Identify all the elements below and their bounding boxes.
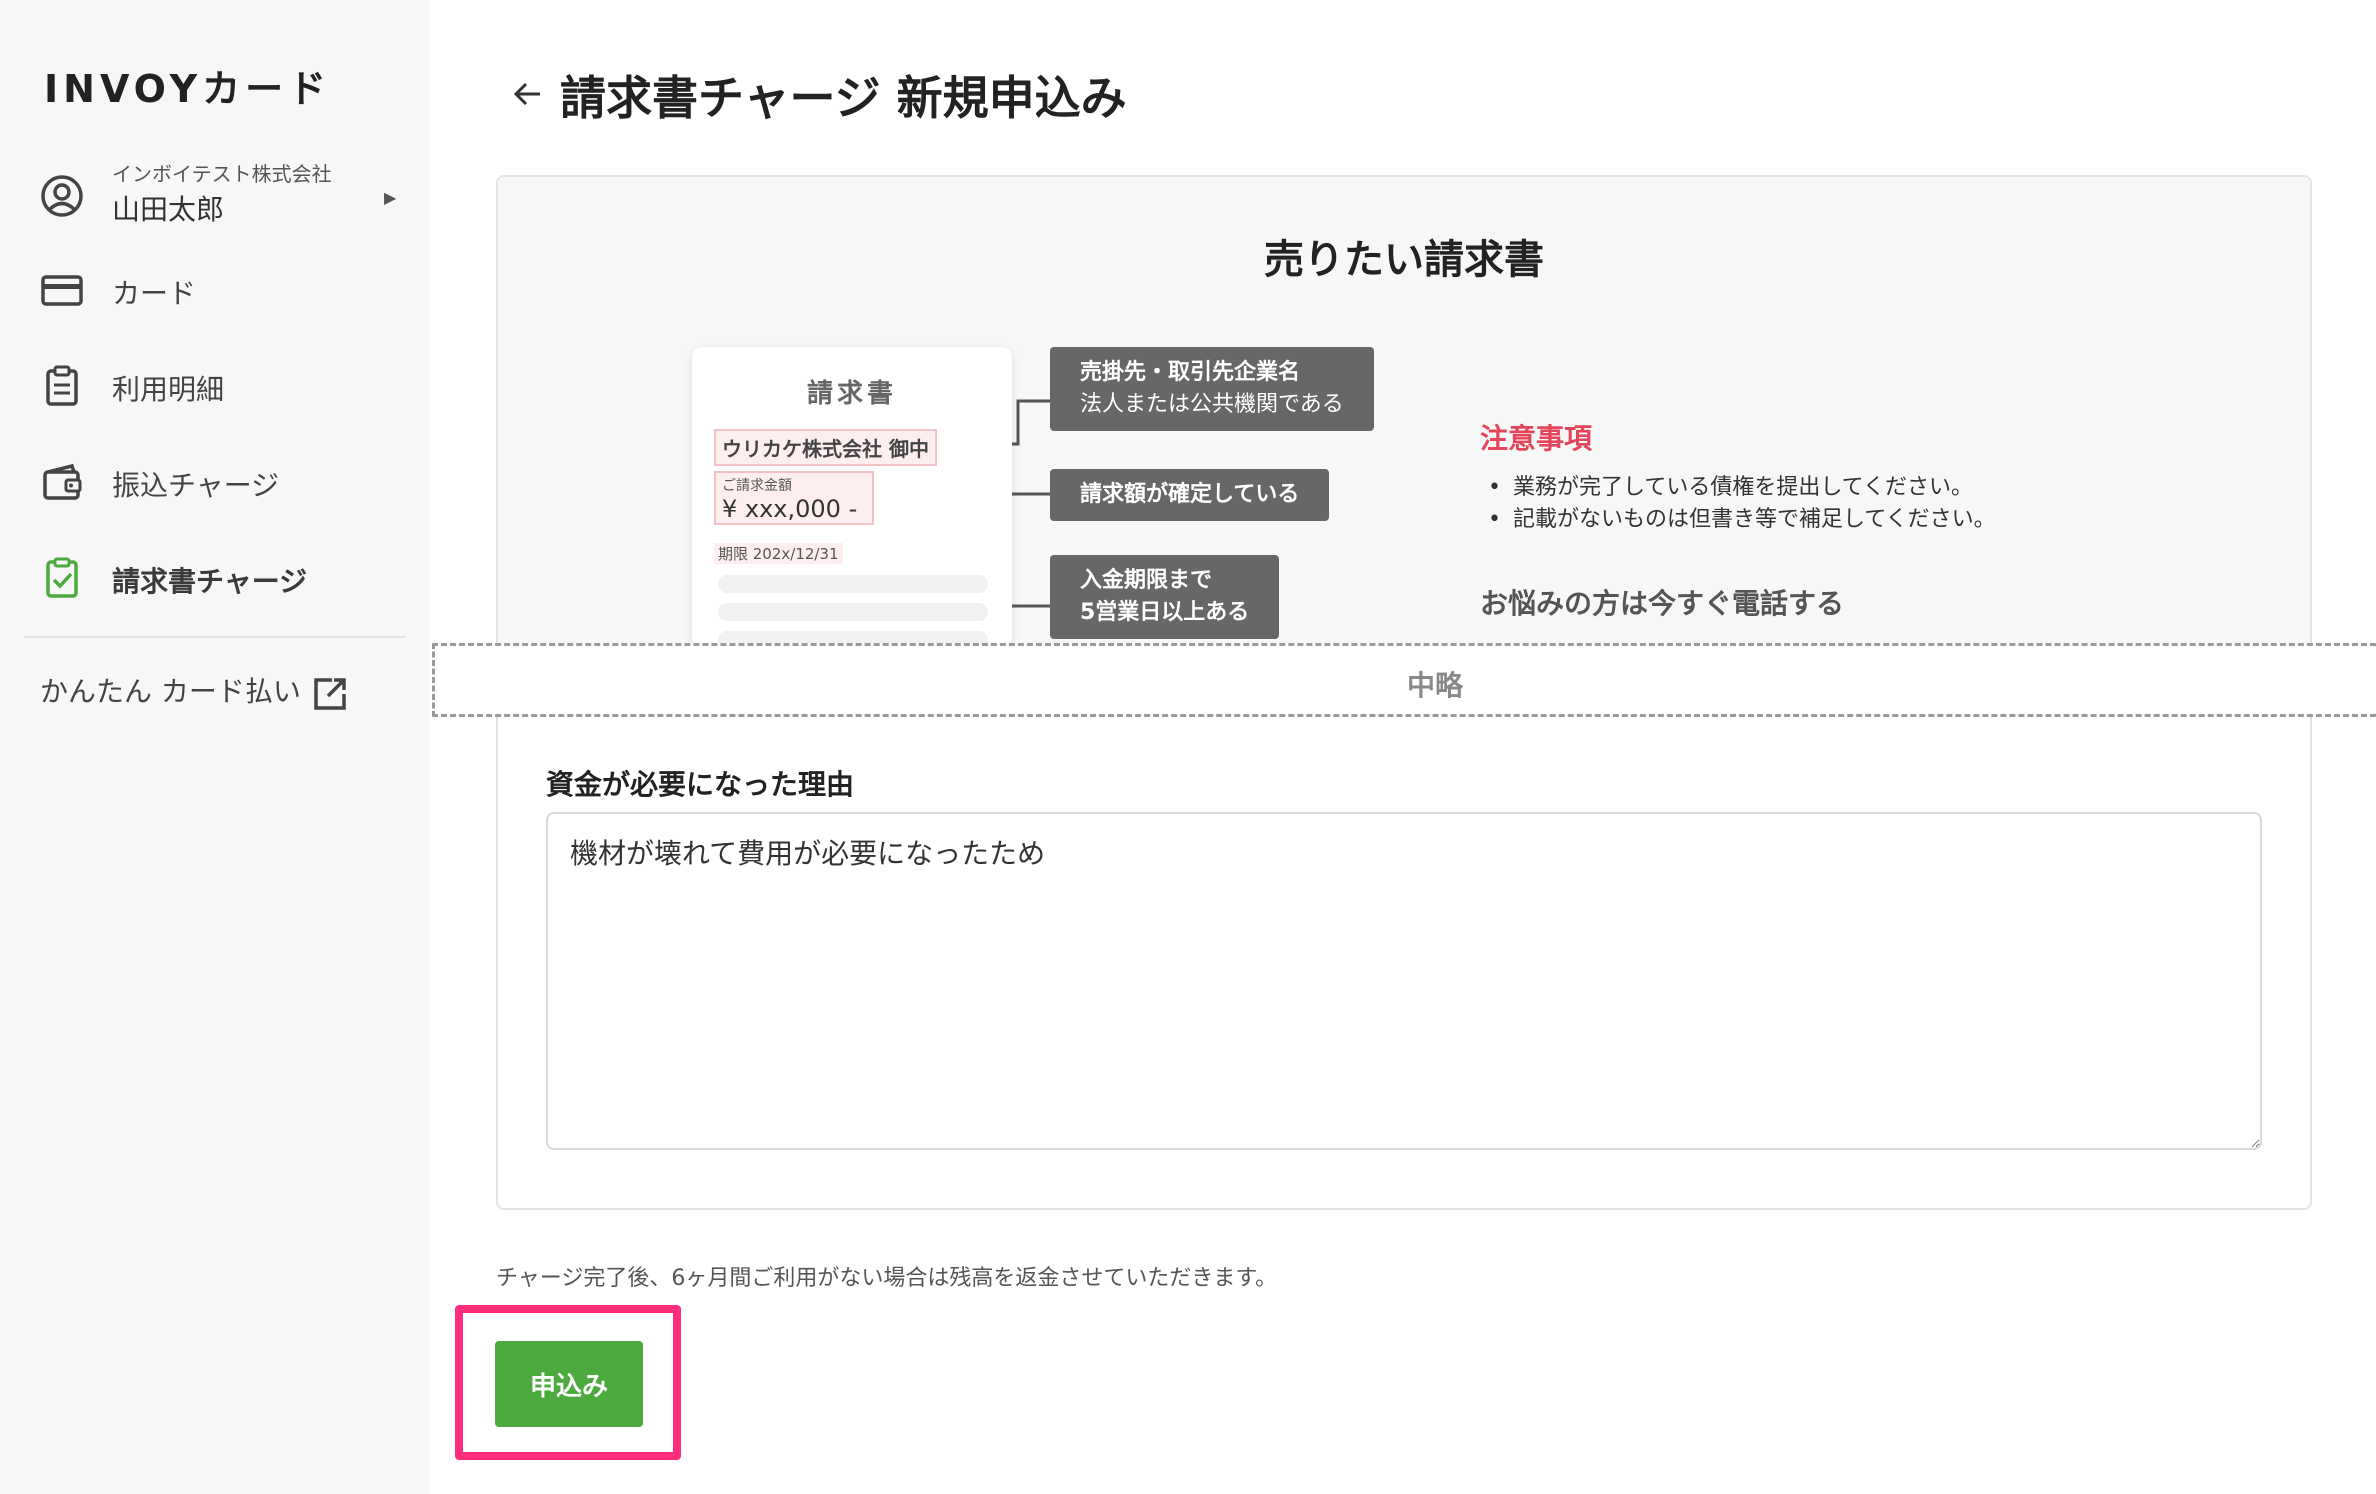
invoice-amount-value: ¥ xxx,000 -	[722, 495, 858, 523]
reason-textarea[interactable]: 機材が壊れて費用が必要になったため	[546, 812, 2262, 1150]
card-payment-link[interactable]: かんたん カード払い	[40, 670, 301, 710]
callout-amount-main: 請求額が確定している	[1080, 482, 1300, 507]
clipboard-icon	[46, 365, 78, 406]
user-menu[interactable]: インボイテスト株式会社 山田太郎 ▶	[40, 158, 400, 228]
sidebar-item-usage[interactable]: 利用明細	[40, 358, 400, 414]
invoice-guide-panel: 売りたい請求書 請求書 ウリカケ株式会社 御中 ご請求金額 ¥ xxx,000 …	[498, 177, 2310, 649]
wallet-icon	[43, 463, 82, 500]
credit-card-icon	[41, 275, 83, 306]
sidebar-item-transfer-charge[interactable]: 振込チャージ	[40, 454, 400, 510]
omitted-label: 中略	[1406, 669, 1463, 702]
callout-client-sub: 法人または公共機関である	[1080, 392, 1344, 417]
reason-field-label: 資金が必要になった理由	[546, 768, 855, 801]
invoice-title: 請求書	[806, 379, 897, 409]
placeholder-line	[718, 575, 988, 593]
user-circle-icon	[41, 175, 83, 217]
callout-due: 入金期限まで 5営業日以上ある	[1050, 555, 1280, 639]
invoice-amount-label: ご請求金額	[722, 478, 792, 494]
sidebar-item-invoice-charge[interactable]: 請求書チャージ	[40, 550, 400, 606]
sidebar-item-label: 振込チャージ	[112, 469, 280, 502]
callout-amount: 請求額が確定している	[1050, 469, 1330, 521]
phone-consult-link[interactable]: お悩みの方は今すぐ電話する	[1480, 582, 1844, 622]
notes-item: 記載がないものは但書き等で補足してください。	[1488, 504, 1996, 536]
invoice-due-date: 期限 202x/12/31	[714, 543, 843, 564]
placeholder-line	[718, 603, 988, 621]
back-arrow-icon[interactable]	[510, 76, 546, 112]
user-company: インボイテスト株式会社	[112, 162, 332, 186]
callout-client-main: 売掛先・取引先企業名	[1080, 360, 1301, 385]
invoice-amount-box: ご請求金額 ¥ xxx,000 -	[714, 471, 874, 525]
sidebar-item-card[interactable]: カード	[40, 262, 400, 318]
sidebar-item-label: 請求書チャージ	[112, 565, 308, 598]
callout-due-line1: 入金期限まで	[1080, 568, 1213, 593]
notes-title: 注意事項	[1480, 422, 1593, 455]
app-logo: INVOYカード	[44, 67, 332, 111]
submit-button[interactable]: 申込み	[495, 1341, 643, 1427]
page-title: 請求書チャージ 新規申込み	[560, 71, 1127, 125]
refund-notice: チャージ完了後、6ヶ月間ご利用がない場合は残高を返金させていただきます。	[496, 1266, 1278, 1291]
caret-right-icon: ▶	[384, 188, 397, 207]
document-check-icon	[46, 557, 78, 598]
sidebar-divider	[24, 636, 406, 638]
user-name: 山田太郎	[112, 193, 225, 226]
sidebar-item-label: カード	[112, 277, 197, 310]
notes-item: 業務が完了している債権を提出してください。	[1488, 472, 1996, 504]
notes-list: 業務が完了している債権を提出してください。 記載がないものは但書き等で補足してく…	[1488, 472, 1996, 536]
external-link-icon[interactable]	[310, 674, 350, 714]
sidebar: INVOYカード インボイテスト株式会社 山田太郎 ▶ カード 利用明細 振込チ…	[0, 0, 430, 1494]
callout-client: 売掛先・取引先企業名 法人または公共機関である	[1050, 347, 1374, 431]
omitted-section-band: 中略	[432, 643, 2376, 717]
invoice-client: ウリカケ株式会社 御中	[714, 429, 937, 466]
sidebar-item-label: 利用明細	[112, 373, 225, 406]
invoice-example-image: 請求書 ウリカケ株式会社 御中 ご請求金額 ¥ xxx,000 - 期限 202…	[692, 347, 1012, 649]
callout-due-line2: 5営業日以上ある	[1080, 600, 1250, 625]
